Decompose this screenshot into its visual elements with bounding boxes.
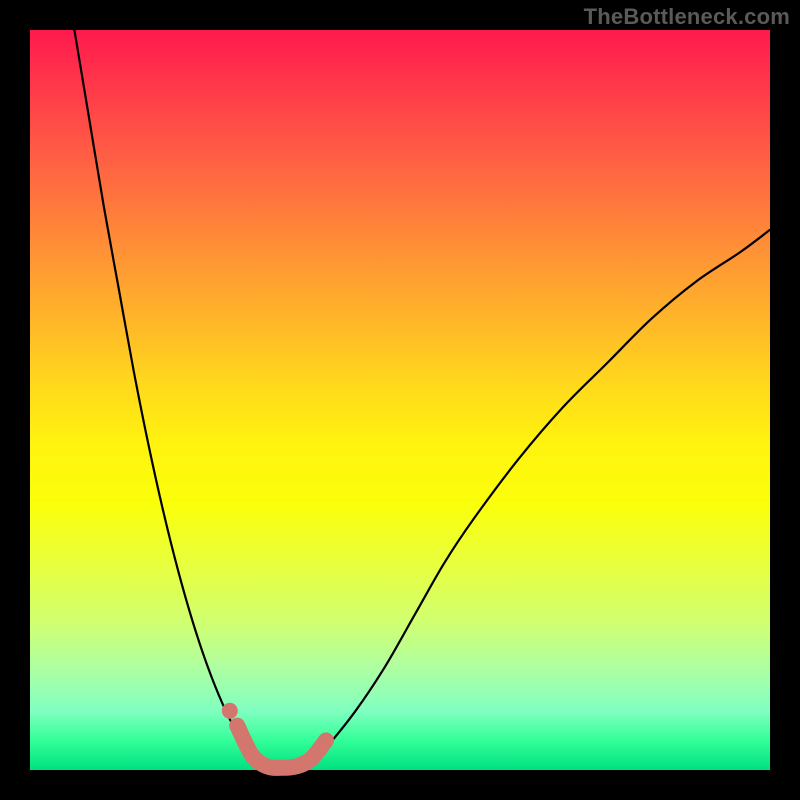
curve-right-branch bbox=[311, 230, 770, 763]
marker-left-dot bbox=[222, 703, 238, 719]
watermark-text: TheBottleneck.com bbox=[584, 4, 790, 30]
chart-svg bbox=[30, 30, 770, 770]
bottleneck-chart bbox=[30, 30, 770, 770]
marker-optimal-band bbox=[237, 726, 326, 768]
curve-left-branch bbox=[74, 30, 259, 763]
